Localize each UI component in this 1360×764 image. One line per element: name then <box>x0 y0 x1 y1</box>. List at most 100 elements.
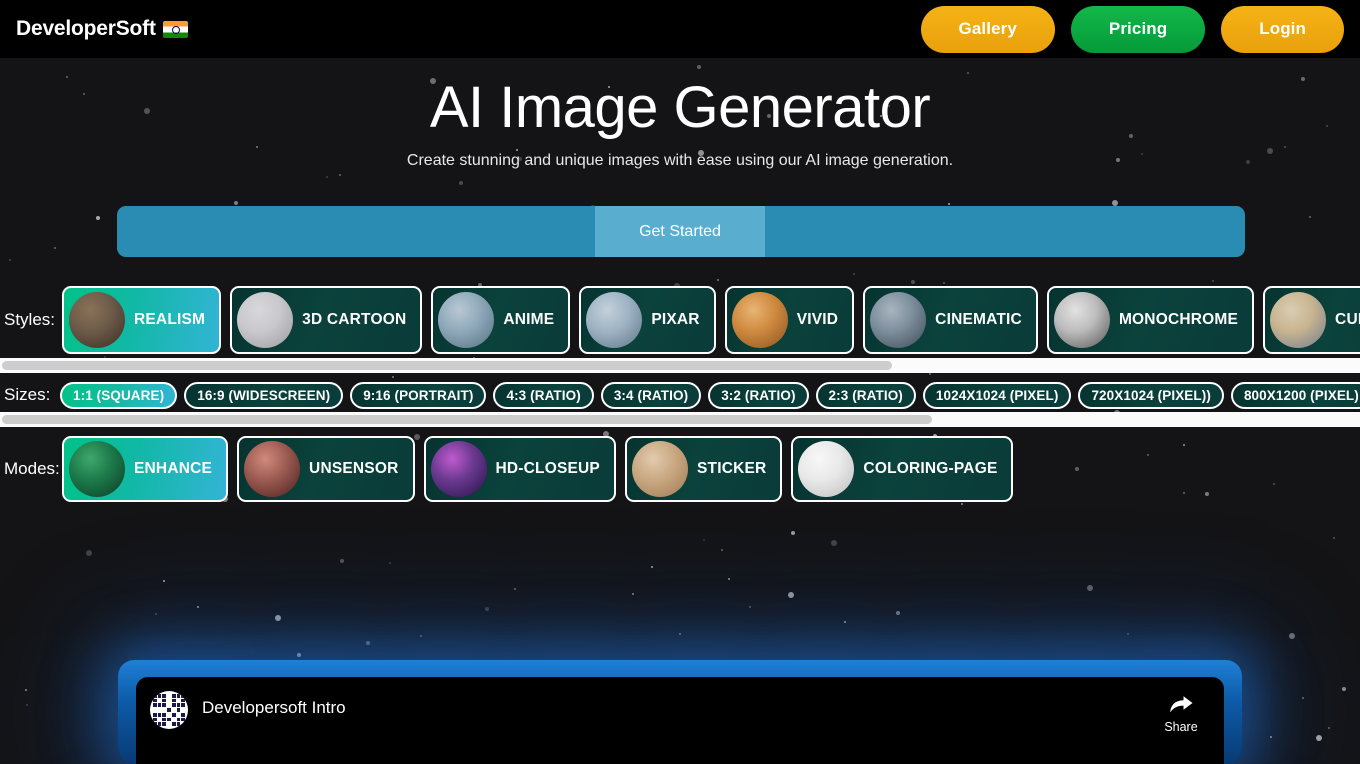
style-chip-cinematic[interactable]: CINEMATIC <box>863 286 1038 354</box>
star-dot <box>366 641 370 645</box>
style-thumbnail-cubist-cat-figure <box>1270 292 1327 348</box>
star-dot <box>163 580 165 582</box>
star-dot <box>896 611 900 615</box>
star-dot <box>831 540 837 546</box>
style-chip-label: 3D CARTOON <box>302 311 407 328</box>
sizes-track[interactable]: 1:1 (SQUARE) 16:9 (WIDESCREEN) 9:16 (PORTR… <box>60 381 1360 409</box>
size-pill-800x1200-pixel[interactable]: 800X1200 (PIXEL) <box>1230 381 1360 409</box>
star-dot <box>1333 537 1335 539</box>
star-dot <box>1289 633 1295 639</box>
star-dot <box>54 247 56 249</box>
qr-code-avatar[interactable] <box>150 691 188 729</box>
star-dot <box>844 621 846 623</box>
star-dot <box>632 593 634 595</box>
modes-label: Modes: <box>4 459 60 478</box>
video-header: Developersoft Intro Share <box>136 677 1224 764</box>
style-chip-3d-cartoon[interactable]: 3D CARTOON <box>230 286 423 354</box>
mode-chip-hd-closeup[interactable]: HD-CLOSEUP <box>423 436 616 502</box>
styles-track[interactable]: REALISM 3D CARTOON ANIME PIXAR VIVID CINEMATI… <box>62 286 1360 354</box>
size-pill-2-3-ratio[interactable]: 2:3 (RATIO) <box>815 381 916 409</box>
size-pill-1024x1024-pixel[interactable]: 1024X1024 (PIXEL) <box>922 381 1072 409</box>
star-dot <box>651 566 653 568</box>
style-chip-label: REALISM <box>134 311 206 328</box>
style-chip-monochrome[interactable]: MONOCHROME <box>1046 286 1255 354</box>
brand-name: DeveloperSoft <box>16 17 156 40</box>
star-dot <box>1302 697 1304 699</box>
star-dot <box>96 216 100 220</box>
mode-chip-label: ENHANCE <box>134 460 213 477</box>
star-dot <box>1342 687 1346 691</box>
share-arrow-icon <box>1170 696 1193 713</box>
star-dot <box>1309 216 1311 218</box>
modes-track[interactable]: ENHANCE UNSENSOR HD-CLOSEUP STICKER COLORING… <box>62 436 1360 502</box>
styles-scrollbar[interactable] <box>0 358 1360 373</box>
star-dot <box>853 273 855 275</box>
mode-chip-label: HD-CLOSEUP <box>495 460 600 477</box>
video-embed: Developersoft Intro Share <box>136 677 1224 764</box>
star-dot <box>234 201 238 205</box>
style-chip-label: PIXAR <box>651 311 700 328</box>
styles-scrollbar-thumb[interactable] <box>2 361 892 370</box>
style-thumbnail-anime-cat-character <box>438 292 495 348</box>
star-dot <box>86 550 92 556</box>
star-dot <box>459 181 463 185</box>
sizes-scrollbar-thumb[interactable] <box>2 415 932 424</box>
size-pill-9-16-portrait[interactable]: 9:16 (PORTRAIT) <box>350 381 487 409</box>
star-dot <box>197 606 199 608</box>
sizes-row: Sizes: 1:1 (SQUARE) 16:9 (WIDESCREEN) 9:16… <box>0 380 1360 410</box>
mode-chip-label: UNSENSOR <box>309 460 399 477</box>
mode-thumbnail-circuit-board-chip <box>69 441 125 497</box>
style-chip-pixar[interactable]: PIXAR <box>579 286 716 354</box>
size-pill-16-9-widescreen[interactable]: 16:9 (WIDESCREEN) <box>184 381 344 409</box>
star-dot <box>25 689 27 691</box>
style-chip-cubism[interactable]: CUBISM <box>1263 286 1360 354</box>
gallery-button[interactable]: Gallery <box>920 5 1055 53</box>
nav-buttons: Gallery Pricing Login <box>920 5 1344 53</box>
star-dot <box>1087 585 1093 591</box>
mode-thumbnail-unicorn-sticker <box>631 441 688 497</box>
style-chip-label: VIVID <box>796 311 839 328</box>
style-thumbnail-cartoon-boy-running <box>237 292 294 348</box>
style-chip-vivid[interactable]: VIVID <box>724 286 855 354</box>
mode-chip-enhance[interactable]: ENHANCE <box>62 436 229 502</box>
mode-thumbnail-neon-face-portrait <box>430 441 487 497</box>
mode-thumbnail-red-eye-closeup <box>244 441 301 497</box>
get-started-label: Get Started <box>639 222 721 240</box>
star-dot <box>749 606 751 608</box>
star-dot <box>339 174 341 176</box>
size-pill-3-4-ratio[interactable]: 3:4 (RATIO) <box>600 381 702 409</box>
video-title[interactable]: Developersoft Intro <box>188 691 1152 718</box>
mode-chip-coloring-page[interactable]: COLORING-PAGE <box>791 436 1014 502</box>
star-dot <box>485 607 489 611</box>
style-chip-realism[interactable]: REALISM <box>62 286 222 354</box>
star-dot <box>679 633 681 635</box>
size-pill-720x1024-pixel[interactable]: 720X1024 (PIXEL)) <box>1078 381 1224 409</box>
get-started-segment[interactable]: Get Started <box>595 206 765 257</box>
get-started-bar[interactable]: Get Started <box>117 206 1245 257</box>
star-dot <box>340 559 344 563</box>
share-button[interactable]: Share <box>1152 691 1210 734</box>
star-dot <box>9 259 11 261</box>
style-chip-anime[interactable]: ANIME <box>431 286 571 354</box>
mode-chip-unsensor[interactable]: UNSENSOR <box>237 436 415 502</box>
top-navigation-bar: DeveloperSoft Gallery Pricing Login <box>0 0 1360 58</box>
pricing-button[interactable]: Pricing <box>1070 5 1206 53</box>
star-dot <box>389 562 391 564</box>
modes-row: Modes: ENHANCE UNSENSOR HD-CLOSEUP STICKER C… <box>0 434 1360 504</box>
brand-logo[interactable]: DeveloperSoft <box>16 17 188 41</box>
mode-chip-sticker[interactable]: STICKER <box>624 436 783 502</box>
size-pill-3-2-ratio[interactable]: 3:2 (RATIO) <box>708 381 809 409</box>
star-dot <box>717 279 719 281</box>
style-thumbnail-black-and-white-cat <box>1053 292 1110 348</box>
login-button[interactable]: Login <box>1221 5 1344 53</box>
sizes-scrollbar[interactable] <box>0 412 1360 427</box>
styles-label: Styles: <box>4 310 56 329</box>
sizes-label: Sizes: <box>4 385 51 404</box>
size-pill-4-3-ratio[interactable]: 4:3 (RATIO) <box>493 381 594 409</box>
star-dot <box>1127 633 1129 635</box>
star-dot <box>392 376 394 378</box>
style-thumbnail-cinematic-cat-scene <box>870 292 927 348</box>
size-pill-1-1-square[interactable]: 1:1 (SQUARE) <box>60 381 178 409</box>
style-chip-label: CINEMATIC <box>935 311 1022 328</box>
star-dot <box>703 539 705 541</box>
